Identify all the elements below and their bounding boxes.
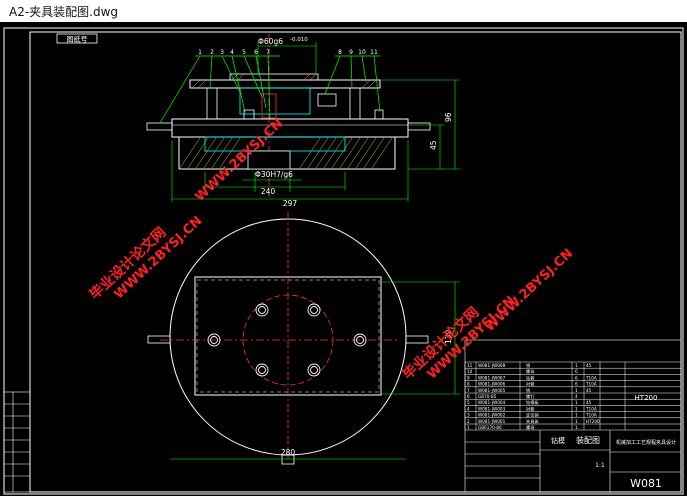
parts-cell-code: W081-JW008 (478, 363, 506, 368)
screw-a (243, 109, 255, 120)
parts-cell-qty: 1 (575, 400, 578, 405)
parts-cell-no: 4 (467, 406, 470, 411)
left-strip (3, 391, 31, 493)
balloon-10: 10 (358, 49, 366, 56)
balloon-7: 7 (266, 49, 270, 56)
balloon-2: 2 (210, 49, 214, 56)
dim-240: 240 (261, 187, 276, 196)
right-pin (407, 122, 431, 131)
balloon-8: 8 (338, 49, 342, 56)
parts-cell-no: 7 (467, 388, 470, 393)
parts-cell-mat: T10A (585, 406, 597, 411)
left-pin (146, 122, 173, 131)
left-locator (147, 335, 171, 344)
dim-top-tol: -0.010 (290, 37, 308, 43)
front-view: 1 2 3 4 5 6 7 8 9 10 11 Φ60g6 -0.010 96 … (146, 34, 460, 208)
parts-cell-code: W081-JW001 (478, 419, 506, 424)
parts-cell-mat: 45 (586, 388, 592, 393)
balloon-11: 11 (370, 49, 378, 56)
parts-cell-code: W081-JW006 (478, 382, 506, 387)
parts-cell-qty: 1 (575, 363, 578, 368)
balloon-6: 6 (254, 49, 258, 56)
plate-hatch (191, 73, 377, 89)
parts-cell-code: GB70-85 (478, 394, 497, 399)
right-column (349, 87, 361, 120)
dim-45: 45 (429, 140, 438, 150)
watermark-4: WWW.2BYSJ.CN (482, 246, 576, 335)
parts-cell-no: 2 (467, 419, 470, 424)
balloon-leaders (159, 55, 381, 124)
tb-scale: 1:1 (595, 462, 605, 469)
parts-cell-no: 10 (467, 369, 473, 374)
nut-block (317, 93, 337, 107)
parts-cell-no: 3 (467, 413, 470, 418)
dim-280: 280 (281, 448, 296, 457)
tb-part-label: 钻模 (551, 436, 565, 445)
parts-cell-no: 5 (467, 400, 470, 405)
parts-cell-qty: 1 (575, 419, 578, 424)
parts-cell-mat: 45 (586, 400, 592, 405)
parts-cell-no: 8 (467, 382, 470, 387)
parts-cell-no: 1 (467, 425, 470, 430)
screw-b (374, 109, 384, 120)
window-titlebar: A2-夹具装配图.dwg (0, 0, 687, 22)
parts-cell-qty: 1 (575, 425, 578, 430)
watermark-site-4: WWW.2BYSJ.CN (482, 246, 576, 335)
right-locator (405, 335, 429, 344)
parts-cell-code: W081-JW003 (478, 406, 506, 411)
parts-cell-no: 6 (467, 394, 470, 399)
balloon-1: 1 (198, 49, 202, 56)
left-column (206, 87, 218, 120)
balloon-4: 4 (230, 49, 234, 56)
parts-cell-qty: 1 (575, 388, 578, 393)
front-dim-text: Φ60g6 -0.010 96 45 Φ30H7/g6 240 297 (255, 37, 453, 208)
parts-cell-mat: T10A (585, 382, 597, 387)
parts-cell-mat: HT200 (586, 419, 600, 424)
parts-cell-qty: 1 (575, 413, 578, 418)
parts-cell-code: W081-JW005 (478, 388, 506, 393)
parts-cell-qty: 6 (575, 382, 578, 387)
cad-viewport[interactable]: 图纸号 1 2 3 4 5 6 7 8 9 10 11 Φ60g6 -0.010… (0, 22, 687, 496)
parts-cell-qty: 1 (575, 406, 578, 411)
parts-cell-mat: T10A (585, 413, 597, 418)
watermark-1: 毕业设计论文网 WWW.2BYSJ.CN (86, 214, 205, 303)
parts-cell-qty: 6 (575, 375, 578, 380)
parts-cell-qty: 4 (575, 394, 578, 399)
drawing-svg: 图纸号 1 2 3 4 5 6 7 8 9 10 11 Φ60g6 -0.010… (3, 27, 684, 495)
balloon-labels: 1 2 3 4 5 6 7 8 9 10 11 (198, 49, 378, 56)
stamp-label: 图纸号 (67, 35, 88, 44)
parts-cell-no: 11 (467, 363, 473, 368)
base-plate (171, 118, 409, 138)
parts-cell-code: GB6170-86 (478, 425, 502, 430)
tb-drawing-name: 装配图 (576, 435, 600, 445)
dim-96: 96 (444, 112, 453, 122)
balloon-3: 3 (220, 49, 224, 56)
parts-cell-mat: T10A (585, 375, 597, 380)
top-view: 130 280 (147, 212, 460, 465)
window-title: A2-夹具装配图.dwg (9, 5, 119, 19)
dim-bore-fit: Φ30H7/g6 (255, 170, 293, 179)
balloon-5: 5 (242, 49, 246, 56)
parts-cell-mat: 45 (586, 363, 592, 368)
parts-cell-code: W081-JW002 (478, 413, 506, 418)
dim-297: 297 (283, 199, 298, 208)
balloon-9: 9 (349, 49, 353, 56)
parts-cell-no: 9 (467, 375, 470, 380)
tb-code: W081 (630, 477, 662, 490)
tb-school: 机械加工工艺规程夹具设计 (616, 439, 676, 446)
parts-cell-code: W081-JW007 (478, 375, 506, 380)
parts-cell-qty: 6 (575, 369, 578, 374)
parts-cell-code: W081-JW004 (478, 400, 506, 405)
dim-top-fit: Φ60g6 (258, 37, 283, 46)
tb-material: HT200 (635, 394, 658, 402)
